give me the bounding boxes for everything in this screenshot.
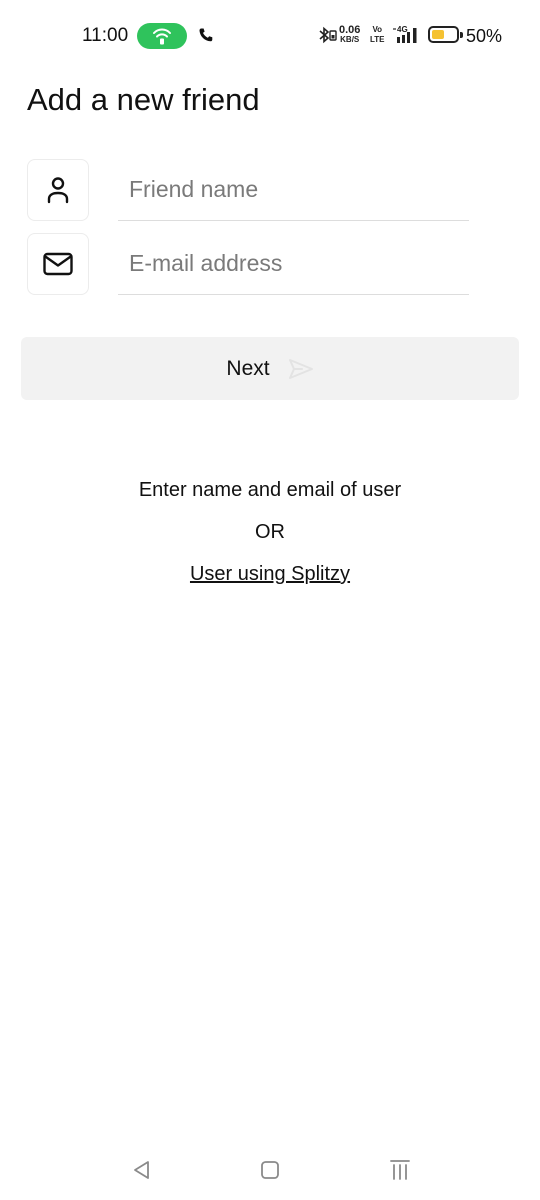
status-time: 11:00 — [82, 25, 129, 46]
send-icon — [288, 358, 314, 380]
battery-icon — [428, 26, 459, 43]
nav-home-button[interactable] — [250, 1154, 290, 1186]
email-input[interactable] — [118, 233, 469, 295]
user-using-splitzy-link[interactable]: User using Splitzy — [190, 563, 350, 585]
email-row — [27, 233, 469, 297]
hotspot-pill[interactable] — [137, 23, 187, 49]
volte-indicator: Vo LTE — [370, 25, 385, 45]
hotspot-icon — [153, 28, 171, 45]
network-type: 4G — [397, 25, 408, 34]
mail-icon — [43, 252, 73, 276]
friend-name-input[interactable] — [118, 159, 469, 221]
battery-fill — [432, 30, 444, 39]
battery-cap — [460, 32, 463, 38]
back-triangle-icon — [134, 1161, 149, 1179]
battery-percent: 50% — [466, 26, 503, 46]
nav-back-button[interactable] — [122, 1154, 162, 1186]
status-bar: 11:00 0.06 KB/S Vo LTE 4G 50% — [0, 0, 540, 72]
friend-name-row — [27, 159, 469, 223]
nav-bar — [0, 1140, 540, 1200]
helper-link-wrap: User using Splitzy — [0, 563, 540, 586]
net-speed-value: 0.06 — [339, 24, 361, 36]
network-speed: 0.06 KB/S — [339, 25, 360, 45]
nav-recents-button[interactable] — [380, 1154, 420, 1186]
volte-top: Vo — [372, 25, 383, 34]
helper-instruction: Enter name and email of user — [138, 479, 402, 501]
person-icon-box — [27, 159, 89, 221]
person-icon — [47, 177, 69, 204]
helper-or: OR — [255, 521, 285, 543]
mail-icon-box — [27, 233, 89, 295]
home-square-icon — [261, 1161, 279, 1179]
next-button-label: Next — [226, 356, 270, 380]
net-speed-unit: KB/S — [340, 35, 360, 44]
bluetooth-icon — [318, 26, 338, 49]
page-title: Add a new friend — [27, 82, 260, 117]
volte-bottom: LTE — [370, 35, 385, 44]
recents-menu-icon — [390, 1160, 410, 1180]
call-icon — [198, 27, 214, 48]
signal-icon: 4G — [392, 25, 424, 50]
next-button[interactable]: Next — [21, 337, 519, 400]
